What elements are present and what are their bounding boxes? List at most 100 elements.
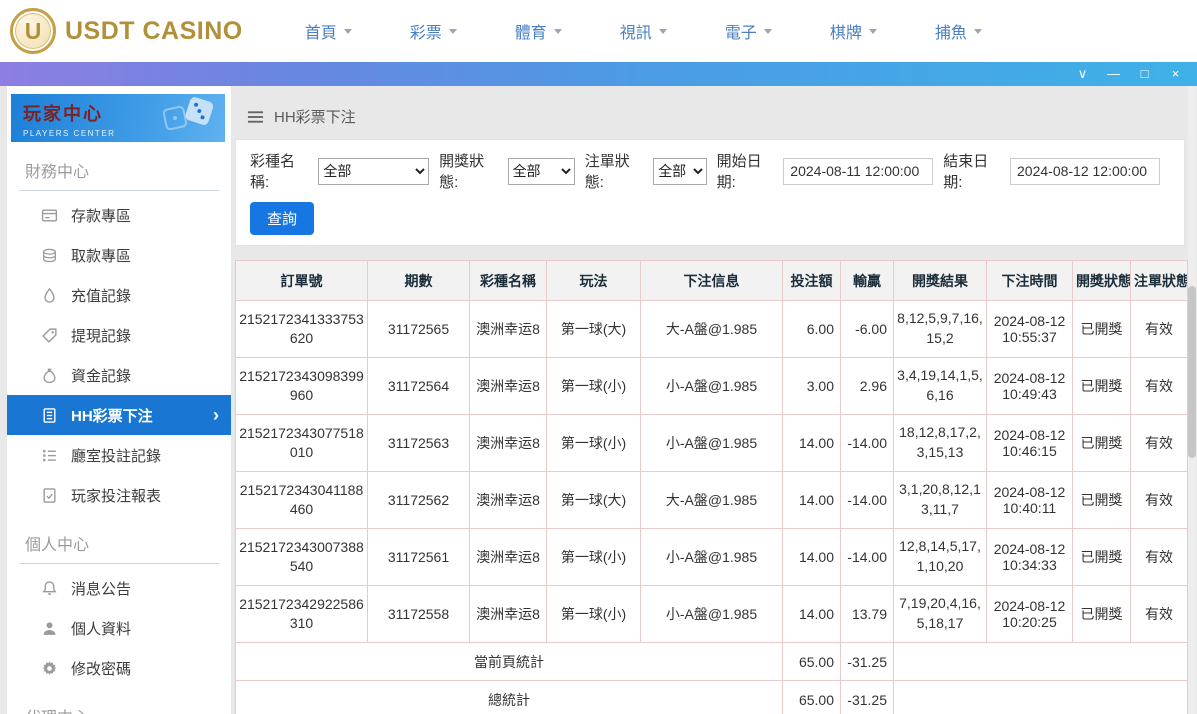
coins-icon: [41, 247, 58, 264]
start-date-input[interactable]: [783, 158, 933, 185]
sidebar-item-deposit-area[interactable]: 存款專區: [7, 195, 231, 235]
table-row: 2152172342922586310 31172558 澳洲幸运8 第一球(小…: [236, 586, 1188, 643]
period-cell: 31172558: [368, 586, 470, 643]
win-loss-cell: -14.00: [841, 472, 894, 529]
header-order-status: 注單狀態: [1131, 261, 1188, 301]
period-cell: 31172565: [368, 301, 470, 358]
nav-item-boardgames[interactable]: 棋牌: [830, 19, 877, 43]
order-status-select[interactable]: 全部: [653, 158, 706, 185]
bet-info-cell: 小-A盤@1.985: [641, 586, 783, 643]
draw-status-cell: 已開獎: [1073, 529, 1131, 586]
draw-status-cell: 已開獎: [1073, 358, 1131, 415]
period-cell: 31172564: [368, 358, 470, 415]
sidebar-item-hall-bet-records[interactable]: 廳室投註記錄: [7, 435, 231, 475]
play-type-cell: 第一球(小): [547, 415, 641, 472]
window-minimize-icon[interactable]: —: [1098, 62, 1129, 86]
page-stats-win-loss: -31.25: [841, 643, 894, 681]
usdt-logo-icon: U: [10, 8, 56, 54]
chevron-down-icon: [764, 29, 772, 34]
sidebar-item-withdraw-area[interactable]: 取款專區: [7, 235, 231, 275]
sidebar-item-player-bet-report[interactable]: 玩家投注報表: [7, 475, 231, 515]
draw-result-cell: 3,1,20,8,12,13,11,7: [894, 472, 987, 529]
bets-table-card: 訂單號 期數 彩種名稱 玩法 下注信息 投注額 輸贏 開獎結果 下注時間 開獎狀…: [235, 260, 1185, 714]
sidebar-item-label: 資金記錄: [71, 365, 131, 386]
report-icon: [41, 487, 58, 504]
order-status-cell: 有效: [1131, 529, 1188, 586]
lottery-name-cell: 澳洲幸运8: [470, 529, 547, 586]
bet-time-cell: 2024-08-12 10:20:25: [987, 586, 1073, 643]
nav-item-lottery[interactable]: 彩票: [410, 19, 457, 43]
table-row: 2152172343077518010 31172563 澳洲幸运8 第一球(小…: [236, 415, 1188, 472]
sidebar-item-change-password[interactable]: 修改密碼: [7, 648, 231, 688]
play-type-cell: 第一球(大): [547, 301, 641, 358]
person-icon: [41, 620, 58, 637]
page-title: HH彩票下注: [274, 106, 356, 127]
nav-item-live[interactable]: 視訊: [620, 19, 667, 43]
sidebar-item-funds-records[interactable]: 資金記錄: [7, 355, 231, 395]
sidebar-item-withdrawal-records[interactable]: 提現記錄: [7, 315, 231, 355]
sidebar-item-label: 廳室投註記錄: [71, 445, 161, 466]
chevron-down-icon: [659, 29, 667, 34]
site-logo-text: USDT CASINO: [65, 17, 243, 46]
period-cell: 31172561: [368, 529, 470, 586]
journal-icon: [41, 407, 58, 424]
order-status-cell: 有效: [1131, 586, 1188, 643]
draw-result-cell: 7,19,20,4,16,5,18,17: [894, 586, 987, 643]
bet-info-cell: 大-A盤@1.985: [641, 301, 783, 358]
win-loss-cell: 13.79: [841, 586, 894, 643]
window-close-icon[interactable]: ×: [1160, 62, 1191, 86]
win-loss-cell: 2.96: [841, 358, 894, 415]
period-cell: 31172563: [368, 415, 470, 472]
header-bet-amount: 投注額: [783, 261, 841, 301]
bet-info-cell: 大-A盤@1.985: [641, 472, 783, 529]
gear-icon: [41, 660, 58, 677]
bet-amount-cell: 6.00: [783, 301, 841, 358]
site-logo[interactable]: U USDT CASINO: [0, 8, 243, 54]
vertical-scrollbar[interactable]: [1188, 86, 1196, 714]
sidebar-item-profile[interactable]: 個人資料: [7, 608, 231, 648]
end-date-input[interactable]: [1010, 158, 1160, 185]
nav-item-fishing[interactable]: 捕魚: [935, 19, 982, 43]
sidebar-item-hh-lottery-bets[interactable]: HH彩票下注 ›: [7, 395, 231, 435]
finance-menu: 存款專區 取款專區 充值記錄 提現記錄 資金記錄 HH彩票下注 ›: [7, 195, 231, 515]
bell-icon: [41, 580, 58, 597]
scrollbar-thumb[interactable]: [1188, 286, 1196, 458]
nav-item-home[interactable]: 首頁: [305, 19, 352, 43]
table-row: 2152172343041188460 31172562 澳洲幸运8 第一球(大…: [236, 472, 1188, 529]
bet-amount-cell: 14.00: [783, 586, 841, 643]
nav-item-sports[interactable]: 體育: [515, 19, 562, 43]
moneybag-icon: [41, 367, 58, 384]
sidebar-item-recharge-records[interactable]: 充值記錄: [7, 275, 231, 315]
window-dropdown-icon[interactable]: ∨: [1067, 62, 1098, 86]
page-stats-label: 當前頁統計: [236, 643, 783, 681]
breadcrumb: HH彩票下注: [231, 86, 1197, 127]
lottery-type-select[interactable]: 全部: [318, 158, 429, 185]
lottery-name-cell: 澳洲幸运8: [470, 472, 547, 529]
bet-time-cell: 2024-08-12 10:55:37: [987, 301, 1073, 358]
draw-status-label: 開獎狀態:: [439, 150, 502, 192]
chevron-down-icon: [449, 29, 457, 34]
header-order-number: 訂單號: [236, 261, 368, 301]
sidebar-item-announcements[interactable]: 消息公告: [7, 568, 231, 608]
draw-result-cell: 12,8,14,5,17,1,10,20: [894, 529, 987, 586]
hamburger-menu-icon[interactable]: [247, 110, 264, 124]
draw-result-cell: 3,4,19,14,1,5,6,16: [894, 358, 987, 415]
sidebar-item-label: 充值記錄: [71, 285, 131, 306]
tag-icon: [41, 327, 58, 344]
section-heading-personal: 個人中心: [19, 529, 219, 564]
section-heading-agent: 代理中心: [19, 702, 219, 714]
header-bet-info: 下注信息: [641, 261, 783, 301]
droplet-icon: [41, 287, 58, 304]
sidebar-item-label: 個人資料: [71, 618, 131, 639]
header-play-type: 玩法: [547, 261, 641, 301]
nav-item-slots[interactable]: 電子: [725, 19, 772, 43]
lottery-name-cell: 澳洲幸运8: [470, 358, 547, 415]
bet-time-cell: 2024-08-12 10:46:15: [987, 415, 1073, 472]
window-maximize-icon[interactable]: □: [1129, 62, 1160, 86]
draw-status-select[interactable]: 全部: [508, 158, 575, 185]
bet-time-cell: 2024-08-12 10:34:33: [987, 529, 1073, 586]
page-stats-amount: 65.00: [783, 643, 841, 681]
search-button[interactable]: 查詢: [250, 202, 314, 235]
sidebar-item-label: 玩家投注報表: [71, 485, 161, 506]
bet-time-cell: 2024-08-12 10:40:11: [987, 472, 1073, 529]
